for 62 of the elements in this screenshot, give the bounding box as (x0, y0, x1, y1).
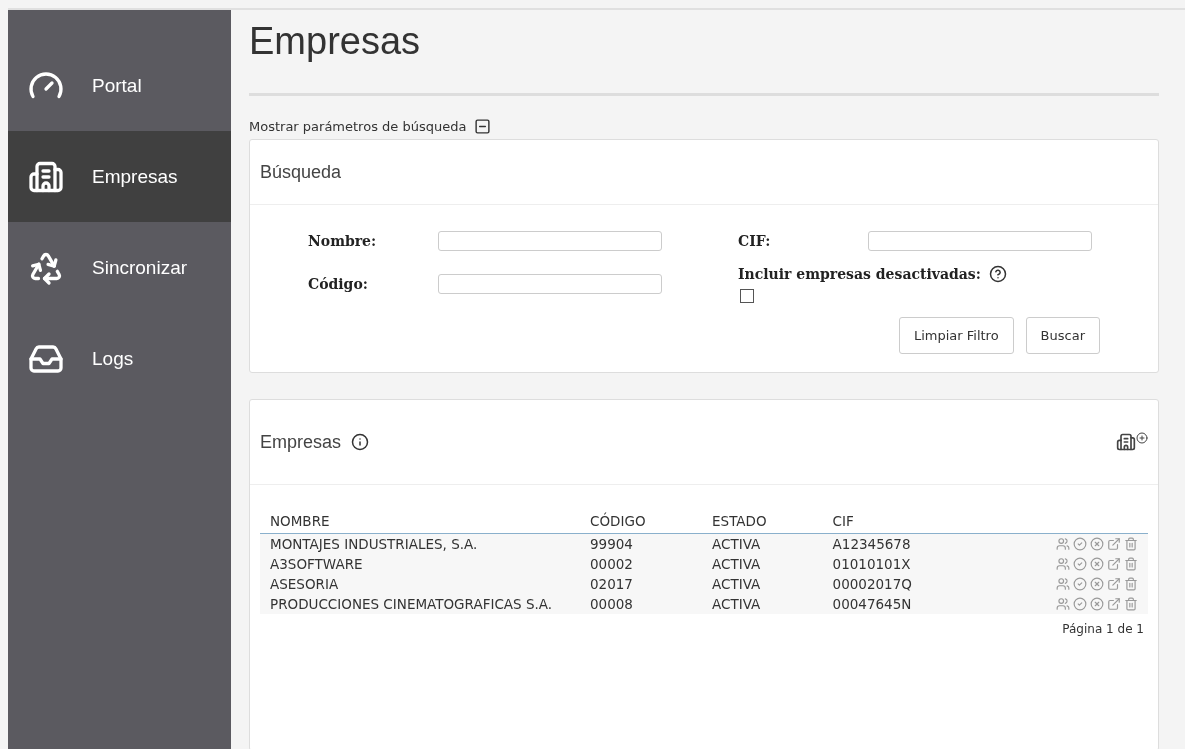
check-icon[interactable] (1073, 597, 1087, 611)
external-link-icon[interactable] (1107, 597, 1121, 611)
toggle-label[interactable]: Mostrar parámetros de búsqueda (249, 119, 467, 134)
check-icon[interactable] (1073, 577, 1087, 591)
trash-icon[interactable] (1124, 597, 1138, 611)
trash-icon[interactable] (1124, 577, 1138, 591)
table-cell: 00008 (580, 594, 703, 614)
sidebar-item[interactable]: Sincronizar (8, 222, 231, 313)
action-button[interactable]: Limpiar Filtro (898, 317, 1014, 354)
column-header: NOMBRE (260, 507, 580, 534)
users-icon[interactable] (1056, 577, 1070, 591)
close-icon[interactable] (1090, 597, 1104, 611)
column-header: CÓDIGO (580, 507, 703, 534)
column-header: ESTADO (702, 507, 823, 534)
check-icon[interactable] (1073, 537, 1087, 551)
table-cell: A3SOFTWARE (260, 554, 580, 574)
page-title: Empresas (249, 20, 422, 63)
sidebar-item[interactable]: Portal (8, 40, 231, 131)
sidebar-item[interactable]: Logs (8, 313, 231, 404)
field-label: Incluir empresas desactivadas: (738, 266, 981, 282)
users-icon[interactable] (1056, 537, 1070, 551)
table-cell: ACTIVA (702, 574, 823, 594)
users-icon[interactable] (1056, 597, 1070, 611)
table-cell: ASESORIA (260, 574, 580, 594)
collapse-icon[interactable] (474, 118, 492, 135)
table-cell: PRODUCCIONES CINEMATOGRAFICAS S.A. (260, 594, 580, 614)
table-cell: ACTIVA (702, 594, 823, 614)
close-icon[interactable] (1090, 557, 1104, 571)
check-icon[interactable] (1073, 557, 1087, 571)
table-cell: ACTIVA (702, 554, 823, 574)
field-label: Código: (308, 276, 369, 292)
checkbox[interactable] (740, 289, 754, 303)
action-button[interactable]: Buscar (1025, 317, 1100, 354)
trash-icon[interactable] (1124, 537, 1138, 551)
external-link-icon[interactable] (1107, 577, 1121, 591)
help-icon (988, 265, 1007, 283)
external-link-icon[interactable] (1107, 557, 1121, 571)
external-link-icon[interactable] (1107, 537, 1121, 551)
trash-icon[interactable] (1124, 557, 1138, 571)
field-label: Nombre: (308, 233, 378, 249)
table-cell: 02017 (580, 574, 703, 594)
table-cell: 01010101X (822, 554, 984, 574)
panel-title: Empresas (260, 431, 342, 453)
add-building-icon[interactable] (1116, 432, 1148, 452)
input-field[interactable] (438, 274, 662, 294)
table-cell: 00047645N (822, 594, 984, 614)
sidebar-item[interactable]: Empresas (8, 131, 231, 222)
close-icon[interactable] (1090, 577, 1104, 591)
pagination-text: Página 1 de 1 (1062, 622, 1144, 636)
input-field[interactable] (438, 231, 662, 251)
table-cell: ACTIVA (702, 533, 823, 554)
table-cell: 00002017Q (822, 574, 984, 594)
table-cell: 00002 (580, 554, 703, 574)
panel-title: Búsqueda (260, 161, 342, 183)
table-cell: MONTAJES INDUSTRIALES, S.A. (260, 533, 580, 554)
info-icon (351, 433, 370, 451)
column-header: CIF (822, 507, 984, 534)
table-cell: 99904 (580, 533, 703, 554)
field-label: CIF: (738, 233, 772, 249)
users-icon[interactable] (1056, 557, 1070, 571)
close-icon[interactable] (1090, 537, 1104, 551)
input-field[interactable] (868, 231, 1092, 251)
